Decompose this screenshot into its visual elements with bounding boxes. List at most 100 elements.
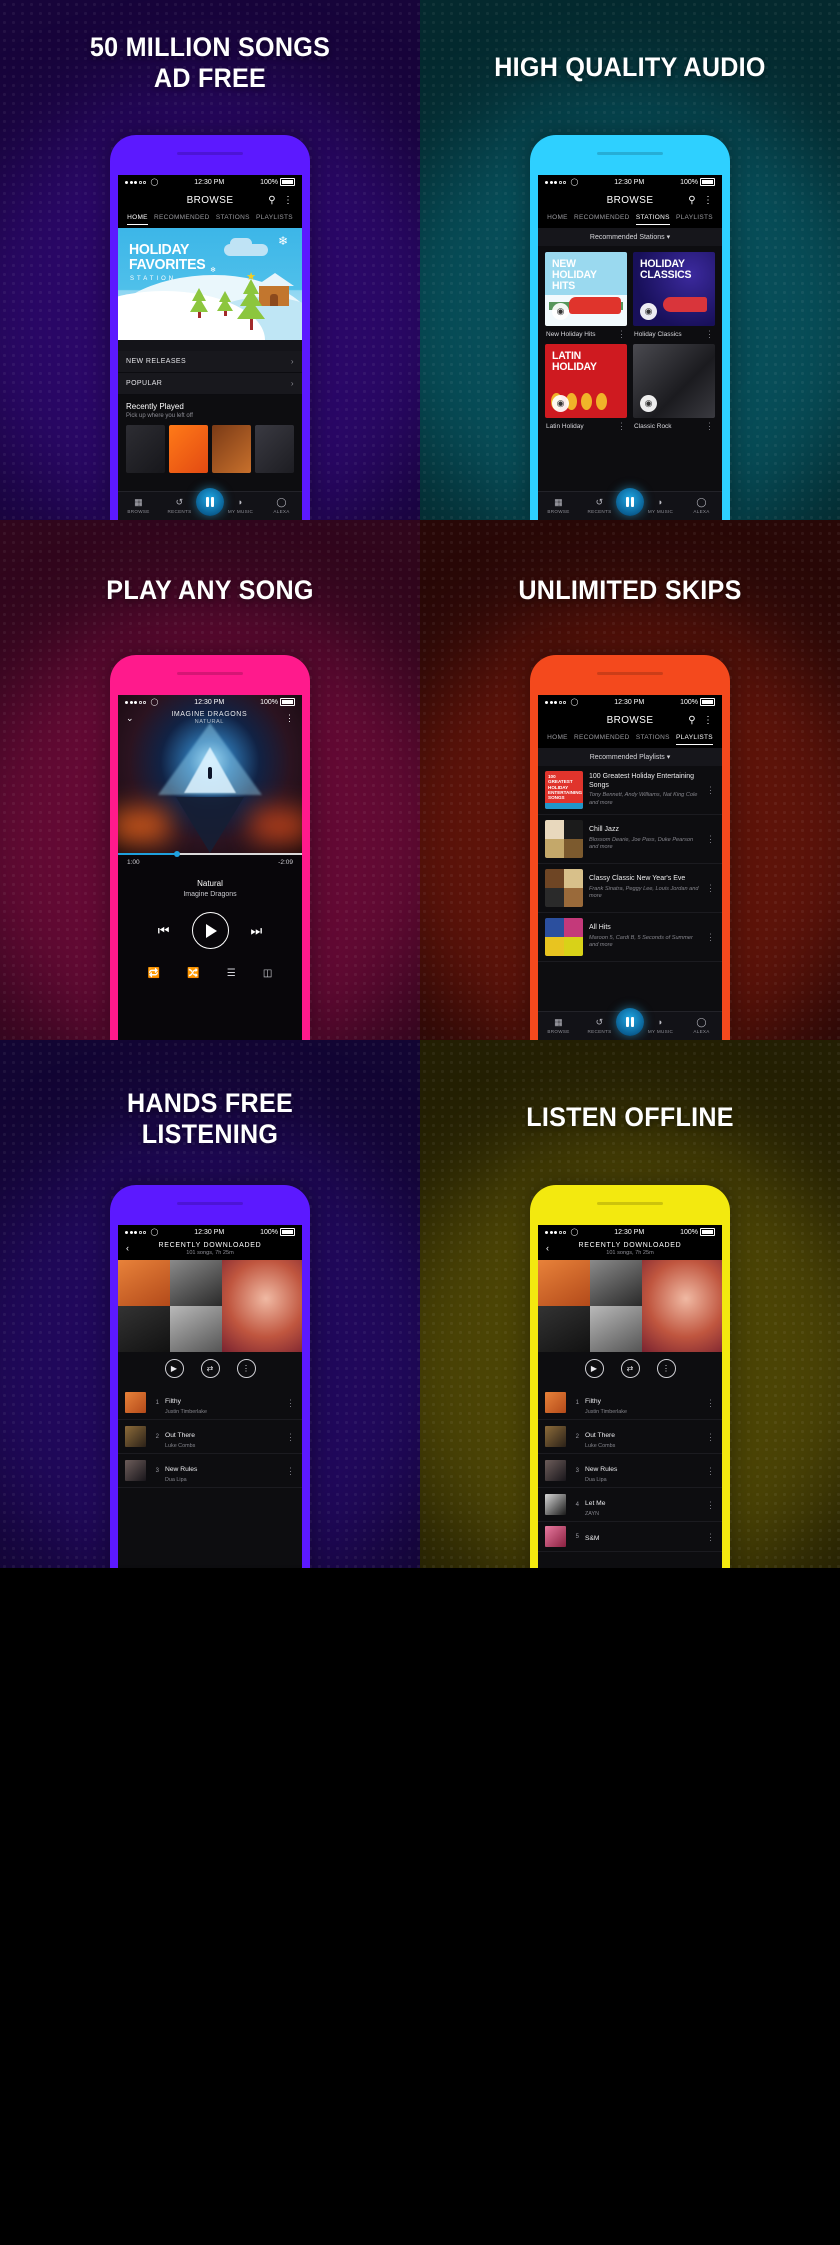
tab-home[interactable]: HOME bbox=[127, 214, 148, 225]
progress-scrubber[interactable] bbox=[118, 851, 302, 857]
overflow-icon[interactable]: ⋮ bbox=[706, 1398, 715, 1407]
list-item[interactable]: NEW RELEASES › bbox=[118, 351, 302, 373]
overflow-icon[interactable]: ⋮ bbox=[617, 422, 626, 431]
album-thumb[interactable] bbox=[126, 425, 165, 473]
tab-recommended[interactable]: RECOMMENDED bbox=[154, 214, 210, 225]
album-thumb[interactable] bbox=[212, 425, 251, 473]
tab-stations[interactable]: STATIONS bbox=[216, 214, 250, 225]
tab-playlists[interactable]: PLAYLISTS bbox=[675, 734, 713, 745]
list-item[interactable]: 5 S&M ⋮ bbox=[538, 1522, 722, 1552]
play-button[interactable]: ▶ bbox=[584, 1359, 604, 1378]
tabbar-item-browse[interactable]: ▦ BROWSE bbox=[118, 498, 159, 515]
station-card[interactable]: LATIN HOLIDAY ◉ Latin Holiday ⋮ bbox=[545, 344, 627, 431]
tab-stations[interactable]: STATIONS bbox=[636, 734, 670, 745]
shuffle-icon[interactable]: 🔀 bbox=[187, 968, 199, 979]
christmas-tree-icon: ★ bbox=[237, 272, 265, 330]
station-card[interactable]: NEW HOLIDAY HITS ◉ New Holiday Hits ⋮ bbox=[545, 252, 627, 339]
overflow-icon[interactable]: ⋮ bbox=[286, 1466, 295, 1475]
list-item[interactable]: 2 Out There Luke Combs ⋮ bbox=[538, 1420, 722, 1454]
overflow-icon[interactable]: ⋮ bbox=[706, 1432, 715, 1441]
list-item[interactable]: 2 Out There Luke Combs ⋮ bbox=[118, 1420, 302, 1454]
hero-holiday-favorites[interactable]: ❄ ❄ ★ HOLIDAY FAVORITES STATION bbox=[118, 228, 302, 340]
play-button[interactable] bbox=[191, 912, 229, 949]
nav-title: BROWSE bbox=[606, 194, 654, 206]
overflow-icon[interactable]: ⋮ bbox=[286, 1398, 295, 1407]
overflow-icon[interactable]: ⋮ bbox=[706, 933, 715, 942]
tabbar-item-recents[interactable]: ↺ RECENTS bbox=[579, 1018, 620, 1035]
tabbar-label: BROWSE bbox=[547, 509, 570, 514]
list-item[interactable]: 1 Filthy Justin Timberlake ⋮ bbox=[118, 1386, 302, 1420]
tab-playlists[interactable]: PLAYLISTS bbox=[676, 214, 713, 225]
list-item[interactable]: 4 Let Me ZAYN ⋮ bbox=[538, 1488, 722, 1522]
section-header[interactable]: Recommended Stations ▾ bbox=[538, 228, 722, 246]
search-icon[interactable]: ⚲ bbox=[268, 195, 276, 206]
queue-icon[interactable]: ☰ bbox=[227, 968, 236, 979]
tabbar-item-my-music[interactable]: ◗ MY MUSIC bbox=[220, 498, 261, 515]
hero-title-line-1: HOLIDAY bbox=[129, 241, 190, 258]
tabbar-item-recents[interactable]: ↺ RECENTS bbox=[579, 498, 620, 515]
overflow-icon[interactable]: ⋮ bbox=[286, 1432, 295, 1441]
overflow-icon[interactable]: ⋮ bbox=[703, 715, 713, 726]
back-arrow-icon[interactable]: ‹ bbox=[126, 1243, 129, 1253]
album-thumb[interactable] bbox=[169, 425, 208, 473]
search-icon[interactable]: ⚲ bbox=[688, 195, 696, 206]
station-card[interactable]: ◉ Classic Rock ⋮ bbox=[633, 344, 715, 431]
section-tabs: HOME RECOMMENDED STATIONS PLAYLISTS bbox=[538, 211, 722, 228]
overflow-icon[interactable]: ⋮ bbox=[706, 786, 715, 795]
mini-player-pause-button[interactable] bbox=[616, 1008, 644, 1036]
overflow-icon[interactable]: ⋮ bbox=[706, 1500, 715, 1509]
tab-stations[interactable]: STATIONS bbox=[635, 214, 670, 225]
wifi-icon: ◯ bbox=[570, 1229, 579, 1236]
overflow-icon[interactable]: ⋮ bbox=[617, 330, 626, 339]
station-card[interactable]: HOLIDAY CLASSICS ◉ Holiday Classics ⋮ bbox=[633, 252, 715, 339]
tabbar-item-my-music[interactable]: ◗ MY MUSIC bbox=[640, 498, 681, 515]
overflow-icon[interactable]: ⋮ bbox=[706, 835, 715, 844]
tabbar-item-browse[interactable]: ▦ BROWSE bbox=[538, 498, 579, 515]
repeat-icon[interactable]: 🔁 bbox=[148, 968, 160, 979]
shuffle-button[interactable]: ⇄ bbox=[200, 1359, 220, 1378]
shuffle-button[interactable]: ⇄ bbox=[620, 1359, 640, 1378]
tab-recommended[interactable]: RECOMMENDED bbox=[574, 734, 630, 745]
list-item[interactable]: POPULAR › bbox=[118, 373, 302, 395]
overflow-icon[interactable]: ⋮ bbox=[285, 713, 294, 724]
tab-recommended[interactable]: RECOMMENDED bbox=[574, 214, 630, 225]
section-header[interactable]: Recommended Playlists ▾ bbox=[538, 748, 722, 766]
list-item[interactable]: 3 New Rules Dua Lipa ⋮ bbox=[118, 1454, 302, 1488]
overflow-button[interactable]: ⋮ bbox=[236, 1359, 256, 1378]
list-item[interactable]: 3 New Rules Dua Lipa ⋮ bbox=[538, 1454, 722, 1488]
tabbar-item-recents[interactable]: ↺ RECENTS bbox=[159, 498, 200, 515]
list-item[interactable]: Classy Classic New Year's Eve Frank Sina… bbox=[538, 864, 722, 913]
cast-icon[interactable]: ◫ bbox=[263, 968, 272, 979]
overflow-icon[interactable]: ⋮ bbox=[703, 195, 713, 206]
overflow-icon[interactable]: ⋮ bbox=[705, 330, 714, 339]
tab-home[interactable]: HOME bbox=[547, 734, 568, 745]
overflow-icon[interactable]: ⋮ bbox=[706, 1466, 715, 1475]
next-icon[interactable]: ⏭ bbox=[251, 923, 263, 939]
mini-player-pause-button[interactable] bbox=[196, 488, 224, 516]
mini-player-pause-button[interactable] bbox=[616, 488, 644, 516]
overflow-icon[interactable]: ⋮ bbox=[283, 195, 293, 206]
list-item[interactable]: 1 Filthy Justin Timberlake ⋮ bbox=[538, 1386, 722, 1420]
tabbar-item-alexa[interactable]: ◯ ALEXA bbox=[261, 498, 302, 515]
tabbar-item-my-music[interactable]: ◗ MY MUSIC bbox=[640, 1018, 681, 1035]
play-button[interactable]: ▶ bbox=[164, 1359, 184, 1378]
progress-knob[interactable] bbox=[173, 851, 180, 857]
tabbar-item-browse[interactable]: ▦ BROWSE bbox=[538, 1018, 579, 1035]
tab-home[interactable]: HOME bbox=[547, 214, 568, 225]
overflow-icon[interactable]: ⋮ bbox=[706, 1532, 715, 1541]
tabbar-item-alexa[interactable]: ◯ ALEXA bbox=[681, 498, 722, 515]
collapse-icon[interactable]: ⌄ bbox=[126, 713, 134, 724]
list-item[interactable]: Chill Jazz Blossom Dearie, Joe Pass, Duk… bbox=[538, 815, 722, 864]
overflow-icon[interactable]: ⋮ bbox=[706, 884, 715, 893]
previous-icon[interactable]: ⏮ bbox=[158, 923, 170, 939]
overflow-button[interactable]: ⋮ bbox=[656, 1359, 676, 1378]
overflow-icon[interactable]: ⋮ bbox=[705, 422, 714, 431]
back-arrow-icon[interactable]: ‹ bbox=[546, 1243, 549, 1253]
song-title: Filthy bbox=[585, 1398, 601, 1405]
album-thumb[interactable] bbox=[255, 425, 294, 473]
list-item[interactable]: All Hits Maroon 5, Cardi B, 5 Seconds of… bbox=[538, 913, 722, 962]
list-item[interactable]: 100 GREATEST HOLIDAY ENTERTAINING SONGS 100… bbox=[538, 766, 722, 815]
tabbar-item-alexa[interactable]: ◯ ALEXA bbox=[681, 1018, 722, 1035]
search-icon[interactable]: ⚲ bbox=[688, 715, 696, 726]
tab-playlists[interactable]: PLAYLISTS bbox=[256, 214, 293, 225]
